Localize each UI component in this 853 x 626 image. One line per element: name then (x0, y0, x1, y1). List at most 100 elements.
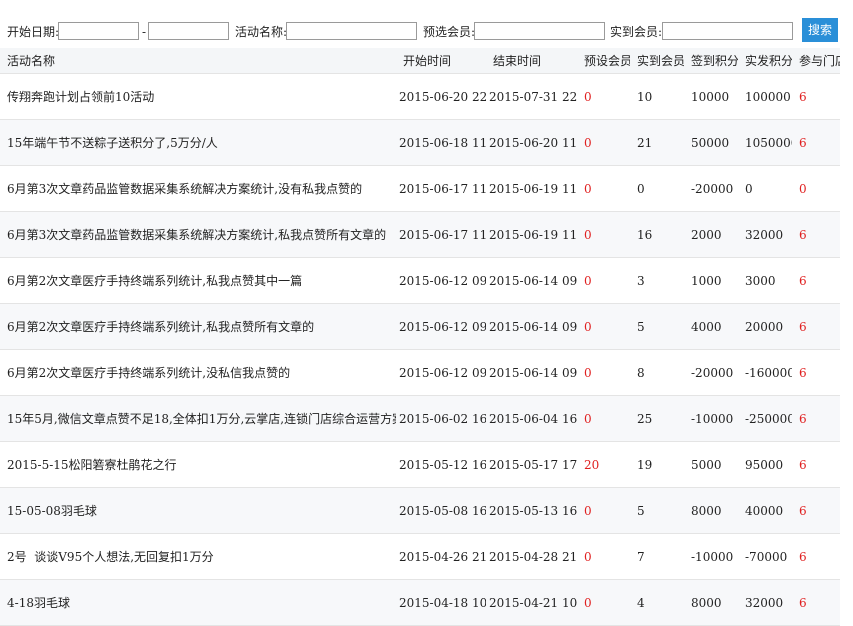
start-time-cell: 2015-04-26 21:18 (396, 533, 486, 580)
end-time-cell: 2015-06-20 11:42 (486, 119, 577, 166)
start-time-cell: 2015-06-12 09:29 (396, 257, 486, 304)
table-header-row: 活动名称 开始时间 结束时间 预设会员 实到会员 签到积分 实发积分 参与门店 (0, 48, 840, 74)
activity-name-cell[interactable]: 2015-5-15松阳箬寮杜鹃花之行 (0, 441, 396, 488)
start-date-from-input[interactable] (58, 22, 139, 40)
end-time-cell: 2015-06-14 09:28 (486, 349, 577, 396)
end-time-cell: 2015-04-28 21:18 (486, 533, 577, 580)
start-time-cell: 2015-06-17 11:23 (396, 211, 486, 258)
stores-cell: 6 (792, 73, 840, 120)
start-time-cell: 2015-06-18 11:42 (396, 119, 486, 166)
actual-members-cell: 7 (630, 533, 684, 580)
preset-members-cell: 0 (577, 211, 630, 258)
end-time-cell: 2015-06-19 11:24 (486, 165, 577, 212)
header-checkin-points[interactable]: 签到积分 (684, 48, 738, 74)
end-time-cell: 2015-05-17 17:33 (486, 441, 577, 488)
issued-points-cell: 40000 (738, 487, 792, 534)
search-button[interactable]: 搜索 (802, 18, 838, 42)
actual-members-input[interactable] (662, 22, 793, 40)
start-time-cell: 2015-06-12 09:29 (396, 303, 486, 350)
start-time-cell: 2015-06-12 09:27 (396, 349, 486, 396)
table-row[interactable]: 6月第3次文章药品监管数据采集系统解决方案统计,私我点赞所有文章的 2015-0… (0, 211, 840, 258)
checkin-points-cell: 10000 (684, 73, 738, 120)
preset-members-cell: 0 (577, 349, 630, 396)
issued-points-cell: 1050000 (738, 119, 792, 166)
activity-name-cell[interactable]: 6月第2次文章医疗手持终端系列统计,私我点赞其中一篇 (0, 257, 396, 304)
preset-members-label: 预选会员: (423, 25, 476, 39)
table-row[interactable]: 6月第2次文章医疗手持终端系列统计,私我点赞所有文章的 2015-06-12 0… (0, 303, 840, 350)
actual-members-cell: 16 (630, 211, 684, 258)
end-time-cell: 2015-07-31 22:21 (486, 73, 577, 120)
activity-table: 活动名称 开始时间 结束时间 预设会员 实到会员 签到积分 实发积分 参与门店 … (0, 48, 840, 626)
preset-members-cell: 0 (577, 165, 630, 212)
checkin-points-cell: 1000 (684, 257, 738, 304)
activity-name-cell[interactable]: 6月第3次文章药品监管数据采集系统解决方案统计,没有私我点赞的 (0, 165, 396, 212)
activity-name-cell[interactable]: 6月第2次文章医疗手持终端系列统计,没私信我点赞的 (0, 349, 396, 396)
start-time-cell: 2015-05-12 16:07 (396, 441, 486, 488)
activity-name-cell[interactable]: 2号 谈谈V95个人想法,无回复扣1万分 (0, 533, 396, 580)
activity-name-cell[interactable]: 15年端午节不送粽子送积分了,5万分/人 (0, 119, 396, 166)
table-row[interactable]: 2号 谈谈V95个人想法,无回复扣1万分 2015-04-26 21:18 20… (0, 533, 840, 580)
header-start-time[interactable]: 开始时间 (396, 48, 486, 74)
actual-members-cell: 10 (630, 73, 684, 120)
preset-members-cell: 0 (577, 73, 630, 120)
preset-members-cell: 0 (577, 533, 630, 580)
activity-name-cell[interactable]: 15-05-08羽毛球 (0, 487, 396, 534)
actual-members-cell: 19 (630, 441, 684, 488)
checkin-points-cell: -20000 (684, 349, 738, 396)
table-row[interactable]: 4-18羽毛球 2015-04-18 10:07 2015-04-21 10:0… (0, 579, 840, 626)
start-date-to-input[interactable] (148, 22, 229, 40)
checkin-points-cell: 2000 (684, 211, 738, 258)
actual-members-cell: 5 (630, 303, 684, 350)
issued-points-cell: 95000 (738, 441, 792, 488)
header-activity-name[interactable]: 活动名称 (0, 48, 396, 74)
stores-cell: 6 (792, 349, 840, 396)
table-row[interactable]: 15-05-08羽毛球 2015-05-08 16:55 2015-05-13 … (0, 487, 840, 534)
stores-cell: 0 (792, 165, 840, 212)
stores-cell: 6 (792, 579, 840, 626)
issued-points-cell: -250000 (738, 395, 792, 442)
activity-name-cell[interactable]: 15年5月,微信文章点赞不足18,全体扣1万分,云掌店,连锁门店综合运营方案 (0, 395, 396, 442)
issued-points-cell: 20000 (738, 303, 792, 350)
checkin-points-cell: 4000 (684, 303, 738, 350)
activity-name-cell[interactable]: 4-18羽毛球 (0, 579, 396, 626)
table-row[interactable]: 6月第2次文章医疗手持终端系列统计,私我点赞其中一篇 2015-06-12 09… (0, 257, 840, 304)
preset-members-cell: 20 (577, 441, 630, 488)
checkin-points-cell: 8000 (684, 487, 738, 534)
date-separator: - (142, 25, 147, 39)
header-issued-points[interactable]: 实发积分 (738, 48, 792, 74)
checkin-points-cell: 50000 (684, 119, 738, 166)
issued-points-cell: -160000 (738, 349, 792, 396)
issued-points-cell: 32000 (738, 211, 792, 258)
header-actual-members[interactable]: 实到会员 (630, 48, 684, 74)
header-stores[interactable]: 参与门店 (792, 48, 840, 74)
filter-bar: 开始日期: - 活动名称: 预选会员: 实到会员: 搜索 (0, 0, 853, 48)
activity-name-cell[interactable]: 传翔奔跑计划占领前10活动 (0, 73, 396, 120)
preset-members-input[interactable] (474, 22, 605, 40)
table-row[interactable]: 6月第2次文章医疗手持终端系列统计,没私信我点赞的 2015-06-12 09:… (0, 349, 840, 396)
stores-cell: 6 (792, 119, 840, 166)
table-row[interactable]: 15年5月,微信文章点赞不足18,全体扣1万分,云掌店,连锁门店综合运营方案 2… (0, 395, 840, 442)
stores-cell: 6 (792, 257, 840, 304)
end-time-cell: 2015-06-14 09:29 (486, 303, 577, 350)
header-end-time[interactable]: 结束时间 (486, 48, 577, 74)
activity-name-cell[interactable]: 6月第3次文章药品监管数据采集系统解决方案统计,私我点赞所有文章的 (0, 211, 396, 258)
actual-members-cell: 5 (630, 487, 684, 534)
header-preset-members[interactable]: 预设会员 (577, 48, 630, 74)
checkin-points-cell: -20000 (684, 165, 738, 212)
preset-members-cell: 0 (577, 257, 630, 304)
activity-name-input[interactable] (286, 22, 417, 40)
table-row[interactable]: 传翔奔跑计划占领前10活动 2015-06-20 22:21 2015-07-3… (0, 73, 840, 120)
issued-points-cell: -70000 (738, 533, 792, 580)
table-row[interactable]: 15年端午节不送粽子送积分了,5万分/人 2015-06-18 11:42 20… (0, 119, 840, 166)
actual-members-cell: 3 (630, 257, 684, 304)
stores-cell: 6 (792, 487, 840, 534)
issued-points-cell: 0 (738, 165, 792, 212)
start-time-cell: 2015-04-18 10:07 (396, 579, 486, 626)
stores-cell: 6 (792, 533, 840, 580)
issued-points-cell: 3000 (738, 257, 792, 304)
table-row[interactable]: 2015-5-15松阳箬寮杜鹃花之行 2015-05-12 16:07 2015… (0, 441, 840, 488)
issued-points-cell: 32000 (738, 579, 792, 626)
activity-name-cell[interactable]: 6月第2次文章医疗手持终端系列统计,私我点赞所有文章的 (0, 303, 396, 350)
table-row[interactable]: 6月第3次文章药品监管数据采集系统解决方案统计,没有私我点赞的 2015-06-… (0, 165, 840, 212)
actual-members-cell: 4 (630, 579, 684, 626)
